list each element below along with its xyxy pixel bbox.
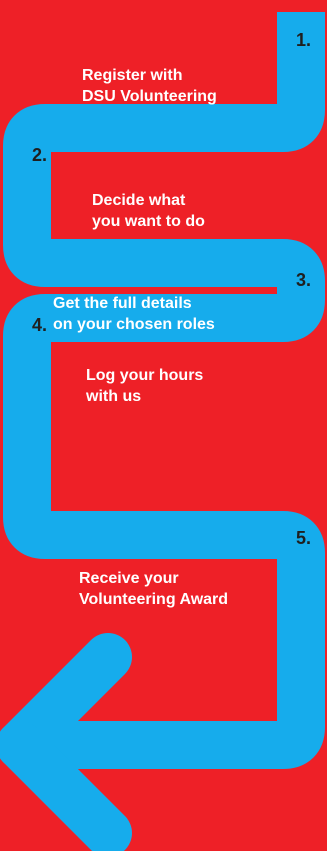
step-1-label-line-2: DSU Volunteering xyxy=(82,88,217,105)
step-1-label: Register with DSU Volunteering xyxy=(82,65,217,107)
step-1-number: 1. xyxy=(296,30,312,50)
step-3-number: 3. xyxy=(296,270,312,290)
step-5-number: 5. xyxy=(296,528,312,548)
step-3-label: Get the full details on your chosen role… xyxy=(53,293,215,335)
zigzag-path-graphic xyxy=(0,0,327,851)
step-4-label-line-1: Log your hours xyxy=(86,367,204,384)
step-5-label: Receive your Volunteering Award xyxy=(79,568,228,610)
step-3-label-line-1: Get the full details xyxy=(53,295,192,312)
step-5-label-line-2: Volunteering Award xyxy=(79,591,229,608)
step-2-label-line-2: you want to do xyxy=(92,213,205,230)
step-5-label-line-1: Receive your xyxy=(79,570,179,587)
step-2-label-line-1: Decide what xyxy=(92,192,186,209)
step-2-number: 2. xyxy=(32,145,48,165)
step-4-label-line-2: with us xyxy=(86,388,142,405)
step-3-label-line-2: on your chosen roles xyxy=(53,316,215,333)
step-4-number: 4. xyxy=(32,315,48,335)
step-4-label: Log your hours with us xyxy=(86,365,203,407)
step-1-label-line-1: Register with xyxy=(82,67,183,84)
volunteering-steps-infographic: 1. Register with DSU Volunteering 2. Dec… xyxy=(0,0,327,851)
step-2-label: Decide what you want to do xyxy=(92,190,205,232)
